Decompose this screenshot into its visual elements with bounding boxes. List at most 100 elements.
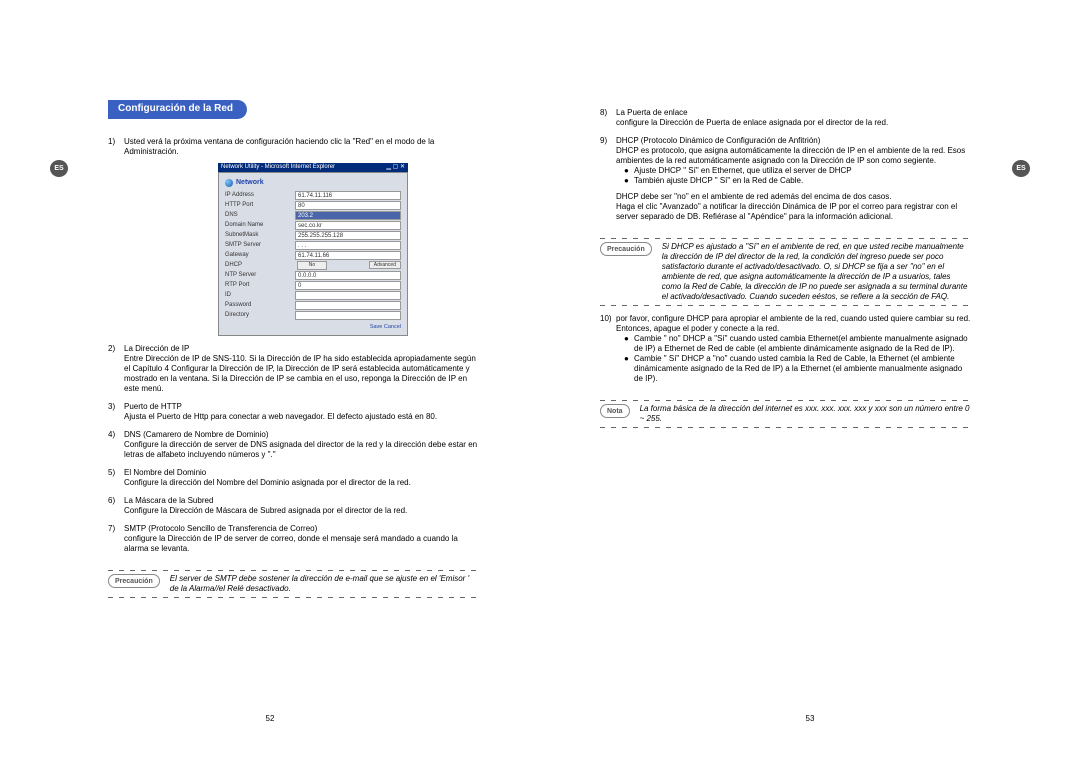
- advanced-button[interactable]: Advanced: [369, 261, 401, 269]
- list-item: 4)DNS (Camarero de Nombre de Dominio)Con…: [108, 430, 480, 460]
- item-number: 2): [108, 344, 124, 394]
- language-tab-right: ES: [1012, 160, 1030, 177]
- dhcp-select[interactable]: No: [297, 261, 327, 270]
- bullet-icon: ●: [624, 176, 634, 186]
- list-item: 5)El Nombre del DominioConfigure la dire…: [108, 468, 480, 488]
- field-label: Directory: [225, 312, 295, 320]
- divider: [600, 400, 972, 401]
- field-value[interactable]: 61.74.11.66: [295, 251, 401, 260]
- bullet-item: ●Ajuste DHCP " Sí" en Ethernet, que util…: [616, 166, 972, 176]
- divider: [600, 427, 972, 428]
- field-value[interactable]: 80: [295, 201, 401, 210]
- field-label: Password: [225, 302, 295, 310]
- field-label: Domain Name: [225, 222, 295, 230]
- panel-title: Network: [236, 179, 264, 188]
- item-title: La Dirección de IP: [124, 344, 189, 353]
- caution-badge: Precaución: [108, 574, 160, 588]
- divider: [600, 238, 972, 239]
- caution-callout: Precaución El server de SMTP debe sosten…: [108, 570, 480, 598]
- right-page: ES 8)La Puerta de enlaceconfigure la Dir…: [540, 0, 1080, 763]
- window-controls: ▁ ▢ ✕: [386, 164, 405, 172]
- item-title: SMTP (Protocolo Sencillo de Transferenci…: [124, 524, 317, 533]
- window-title: Network Utility - Microsoft Internet Exp…: [221, 164, 335, 172]
- field-label: DNS: [225, 212, 295, 220]
- right-content: 8)La Puerta de enlaceconfigure la Direcc…: [600, 100, 972, 703]
- item-title: Puerto de HTTP: [124, 402, 182, 411]
- bullet-icon: ●: [624, 166, 634, 176]
- window-body: Network IP Address61.74.11.116HTTP Port8…: [218, 172, 408, 336]
- form-row: Password: [225, 301, 401, 310]
- field-label: ID: [225, 292, 295, 300]
- page-spread: ES Configuración de la Red 1) Usted verá…: [0, 0, 1080, 763]
- language-tab-left: ES: [50, 160, 68, 177]
- item-text: El Nombre del DominioConfigure la direcc…: [124, 468, 480, 488]
- field-value[interactable]: sec.co.kr: [295, 221, 401, 230]
- note-badge: Nota: [600, 404, 630, 418]
- form-row: DHCP No Advanced: [225, 261, 401, 270]
- caution-text: El server de SMTP debe sostener la direc…: [170, 574, 480, 594]
- bullet-text: Cambie " no" DHCP a "Sí" cuando usted ca…: [634, 334, 972, 354]
- item-after: DHCP debe ser "no" en el ambiente de red…: [616, 192, 972, 222]
- item-desc: Ajusta el Puerto de Http para conectar a…: [124, 412, 480, 422]
- field-value[interactable]: 61.74.11.116: [295, 191, 401, 200]
- item-title: DHCP (Protocolo Dinámico de Configuració…: [616, 136, 820, 145]
- globe-icon: [225, 179, 233, 187]
- form-row: Domain Namesec.co.kr: [225, 221, 401, 230]
- bullet-icon: ●: [624, 354, 634, 384]
- list-item: 1) Usted verá la próxima ventana de conf…: [108, 137, 480, 157]
- list-item: 10) por favor, configure DHCP para aprop…: [600, 314, 972, 384]
- item-text: La Puerta de enlaceconfigure la Direcció…: [616, 108, 972, 128]
- form-row: SubnetMask255.255.255.128: [225, 231, 401, 240]
- field-value[interactable]: 0.0.0.0: [295, 271, 401, 280]
- bullet-text: También ajuste DHCP " Sí" en la Red de C…: [634, 176, 803, 186]
- form-row: Gateway61.74.11.66: [225, 251, 401, 260]
- form-row: ID: [225, 291, 401, 300]
- divider: [108, 597, 480, 598]
- field-value[interactable]: . . .: [295, 241, 401, 250]
- item-number: 6): [108, 496, 124, 516]
- field-value[interactable]: 203.2: [295, 211, 401, 220]
- form-row: HTTP Port80: [225, 201, 401, 210]
- item-desc: Configure la Dirección de Máscara de Sub…: [124, 506, 480, 516]
- bullet-item: ●También ajuste DHCP " Sí" en la Red de …: [616, 176, 972, 186]
- field-label: IP Address: [225, 192, 295, 200]
- item-number: 1): [108, 137, 124, 157]
- item-title: DNS (Camarero de Nombre de Dominio): [124, 430, 269, 439]
- item-desc: Configure la dirección de server de DNS …: [124, 440, 480, 460]
- left-content: Configuración de la Red 1) Usted verá la…: [108, 100, 480, 703]
- field-value[interactable]: 0: [295, 281, 401, 290]
- form-row: Directory: [225, 311, 401, 320]
- section-title: Configuración de la Red: [108, 100, 247, 119]
- field-label: Gateway: [225, 252, 295, 260]
- item-text: La Máscara de la SubredConfigure la Dire…: [124, 496, 480, 516]
- item-title: La Puerta de enlace: [616, 108, 688, 117]
- field-value[interactable]: [295, 301, 401, 310]
- item-text: DNS (Camarero de Nombre de Dominio)Confi…: [124, 430, 480, 460]
- field-label: HTTP Port: [225, 202, 295, 210]
- field-value[interactable]: 255.255.255.128: [295, 231, 401, 240]
- field-label: SubnetMask: [225, 232, 295, 240]
- item-number: 10): [600, 314, 616, 384]
- bullet-item: ●Cambie " Sí" DHCP a "no" cuando usted c…: [616, 354, 972, 384]
- list-item: 8)La Puerta de enlaceconfigure la Direcc…: [600, 108, 972, 128]
- item-number: 3): [108, 402, 124, 422]
- field-label: RTP Port: [225, 282, 295, 290]
- item-desc: Configure la dirección del Nombre del Do…: [124, 478, 480, 488]
- list-item: 3)Puerto de HTTPAjusta el Puerto de Http…: [108, 402, 480, 422]
- bullet-item: ●Cambie " no" DHCP a "Sí" cuando usted c…: [616, 334, 972, 354]
- form-row: NTP Server0.0.0.0: [225, 271, 401, 280]
- window-titlebar: Network Utility - Microsoft Internet Exp…: [218, 163, 408, 173]
- item-desc: configure la Dirección de IP de server d…: [124, 534, 480, 554]
- field-label: NTP Server: [225, 272, 295, 280]
- bullet-icon: ●: [624, 334, 634, 354]
- item-title: La Máscara de la Subred: [124, 496, 213, 505]
- dialog-footer: Save Cancel: [225, 324, 401, 331]
- field-value[interactable]: [295, 311, 401, 320]
- field-value[interactable]: [295, 291, 401, 300]
- list-item: 9)DHCP (Protocolo Dinámico de Configurac…: [600, 136, 972, 222]
- item-number: 7): [108, 524, 124, 554]
- divider: [600, 305, 972, 306]
- form-row: RTP Port0: [225, 281, 401, 290]
- item-number: 4): [108, 430, 124, 460]
- divider: [108, 570, 480, 571]
